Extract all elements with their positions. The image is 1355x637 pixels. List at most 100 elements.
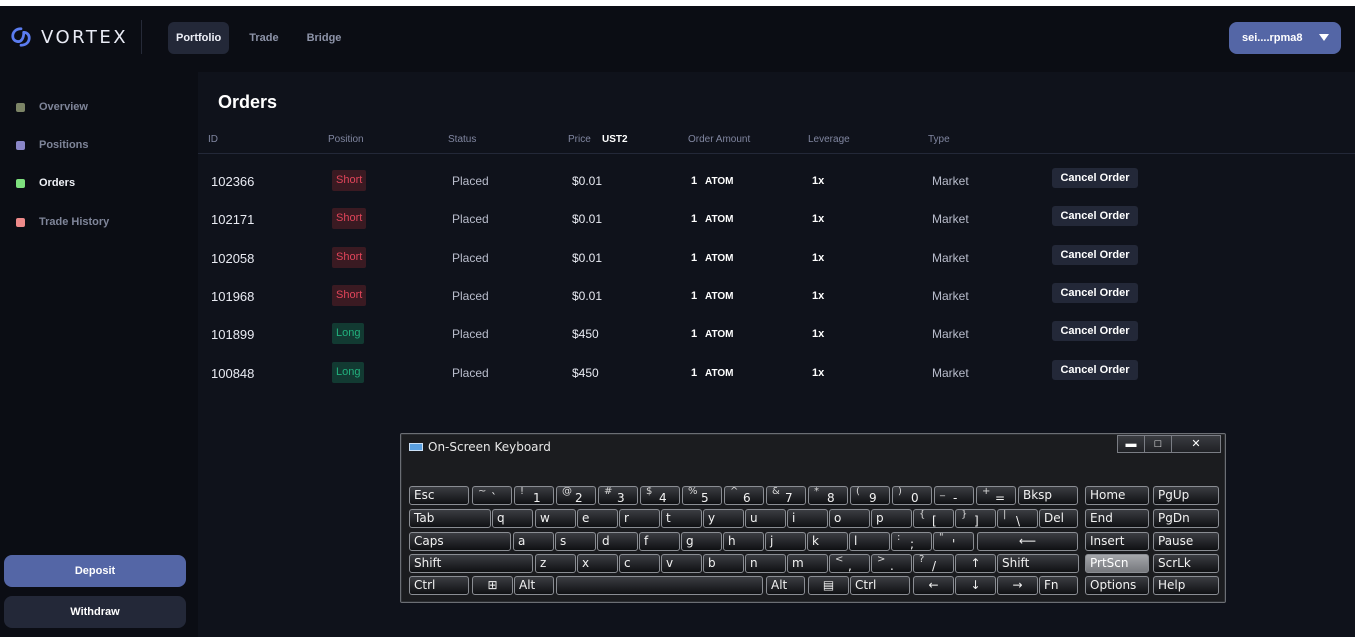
cancel-order-button[interactable]: Cancel Order bbox=[1052, 283, 1138, 303]
key-c[interactable]: c bbox=[619, 554, 660, 573]
sidebar-item-overview[interactable]: Overview bbox=[16, 101, 88, 113]
key-x[interactable]: x bbox=[577, 554, 618, 573]
key-down[interactable]: ↓ bbox=[955, 576, 996, 595]
key-h[interactable]: h bbox=[723, 532, 764, 551]
key-home[interactable]: Home bbox=[1085, 486, 1149, 505]
key-f[interactable]: f bbox=[639, 532, 680, 551]
cancel-order-button[interactable]: Cancel Order bbox=[1052, 360, 1138, 380]
key-menu[interactable]: ▤ bbox=[808, 576, 849, 595]
key-symbol[interactable]: <, bbox=[829, 554, 870, 573]
sidebar-item-positions[interactable]: Positions bbox=[16, 139, 89, 151]
key-scrlk[interactable]: ScrLk bbox=[1153, 554, 1219, 573]
key-symbol[interactable]: & 7 bbox=[766, 486, 806, 505]
key-symbol[interactable]: _ - bbox=[934, 486, 974, 505]
key-left[interactable]: ← bbox=[913, 576, 954, 595]
key-ctrl[interactable]: Ctrl bbox=[409, 576, 469, 595]
key-up[interactable]: ↑ bbox=[955, 554, 996, 573]
key-n[interactable]: n bbox=[745, 554, 786, 573]
key-symbol[interactable]: ) 0 bbox=[892, 486, 932, 505]
key-windows[interactable]: ⊞ bbox=[472, 576, 513, 595]
key-d[interactable]: d bbox=[597, 532, 638, 551]
key-symbol[interactable]: * 8 bbox=[808, 486, 848, 505]
key-a[interactable]: a bbox=[513, 532, 554, 551]
key-symbol[interactable]: % 5 bbox=[682, 486, 722, 505]
sidebar-item-orders[interactable]: Orders bbox=[16, 177, 75, 189]
key-space[interactable] bbox=[556, 576, 763, 595]
key-z[interactable]: z bbox=[535, 554, 576, 573]
key-u[interactable]: u bbox=[745, 509, 786, 528]
enter-icon: ⟵ bbox=[1018, 534, 1037, 548]
key-symbol[interactable]: $4 bbox=[640, 486, 680, 505]
close-button[interactable]: ✕ bbox=[1171, 435, 1221, 453]
key-symbol[interactable]: }] bbox=[955, 509, 996, 528]
key-m[interactable]: m bbox=[787, 554, 828, 573]
key-pgdn[interactable]: PgDn bbox=[1153, 509, 1219, 528]
key-symbol[interactable]: | \ bbox=[997, 509, 1038, 528]
key-y[interactable]: y bbox=[703, 509, 744, 528]
key-pause[interactable]: Pause bbox=[1153, 532, 1219, 551]
cancel-order-button[interactable]: Cancel Order bbox=[1052, 206, 1138, 226]
key-symbol[interactable]: #3 bbox=[598, 486, 638, 505]
key-shift[interactable]: Shift bbox=[409, 554, 533, 573]
key-shift[interactable]: Shift bbox=[997, 554, 1079, 573]
key-fn[interactable]: Fn bbox=[1039, 576, 1078, 595]
key-options[interactable]: Options bbox=[1085, 576, 1149, 595]
key-end[interactable]: End bbox=[1085, 509, 1149, 528]
key-symbol[interactable]: >. bbox=[871, 554, 912, 573]
key-r[interactable]: r bbox=[619, 509, 660, 528]
cancel-order-button[interactable]: Cancel Order bbox=[1052, 321, 1138, 341]
key-e[interactable]: e bbox=[577, 509, 618, 528]
key-alt[interactable]: Alt bbox=[766, 576, 805, 595]
key-symbol[interactable]: (9 bbox=[850, 486, 890, 505]
sidebar-item-trade-history[interactable]: Trade History bbox=[16, 216, 109, 228]
key-s[interactable]: s bbox=[555, 532, 596, 551]
key-q[interactable]: q bbox=[492, 509, 533, 528]
key-o[interactable]: o bbox=[829, 509, 870, 528]
key-j[interactable]: j bbox=[765, 532, 806, 551]
key-label: Ctrl bbox=[414, 578, 436, 592]
key-symbol[interactable]: :; bbox=[891, 532, 932, 551]
key-esc[interactable]: Esc bbox=[409, 486, 469, 505]
key-ctrl[interactable]: Ctrl bbox=[850, 576, 910, 595]
nav-portfolio[interactable]: Portfolio bbox=[168, 22, 230, 54]
minimize-button[interactable]: ▬ bbox=[1117, 435, 1145, 453]
key-symbol[interactable]: {[ bbox=[913, 509, 954, 528]
key-tab[interactable]: Tab bbox=[409, 509, 491, 528]
nav-trade[interactable]: Trade bbox=[241, 22, 286, 54]
withdraw-button[interactable]: Withdraw bbox=[4, 596, 186, 628]
key-g[interactable]: g bbox=[681, 532, 722, 551]
key-help[interactable]: Help bbox=[1153, 576, 1219, 595]
key-del[interactable]: Del bbox=[1039, 509, 1078, 528]
key-bksp[interactable]: Bksp bbox=[1018, 486, 1078, 505]
key-symbol[interactable]: ^ 6 bbox=[724, 486, 764, 505]
key-label: PrtScn bbox=[1090, 556, 1129, 570]
key-l[interactable]: l bbox=[849, 532, 890, 551]
key-symbol[interactable]: " ' bbox=[933, 532, 974, 551]
key-symbol[interactable]: + = bbox=[976, 486, 1016, 505]
key-alt[interactable]: Alt bbox=[514, 576, 554, 595]
key-v[interactable]: v bbox=[661, 554, 702, 573]
cancel-order-button[interactable]: Cancel Order bbox=[1052, 245, 1138, 265]
key-enter[interactable]: ⟵ bbox=[977, 532, 1078, 551]
deposit-button[interactable]: Deposit bbox=[4, 555, 186, 587]
key-pgup[interactable]: PgUp bbox=[1153, 486, 1219, 505]
key-symbol[interactable]: ? / bbox=[913, 554, 954, 573]
restore-button[interactable]: □ bbox=[1144, 435, 1172, 453]
key-p[interactable]: p bbox=[871, 509, 912, 528]
nav-bridge[interactable]: Bridge bbox=[299, 22, 350, 54]
key-symbol[interactable]: ! 1 bbox=[514, 486, 554, 505]
wallet-dropdown[interactable]: sei....rpma8 bbox=[1229, 22, 1341, 54]
key-symbol[interactable]: ~ ` bbox=[472, 486, 512, 505]
key-i[interactable]: i bbox=[787, 509, 828, 528]
key-symbol[interactable]: @2 bbox=[556, 486, 596, 505]
key-b[interactable]: b bbox=[703, 554, 744, 573]
cancel-order-button[interactable]: Cancel Order bbox=[1052, 168, 1138, 188]
key-k[interactable]: k bbox=[807, 532, 848, 551]
key-insert[interactable]: Insert bbox=[1085, 532, 1149, 551]
key-prtscn[interactable]: PrtScn bbox=[1085, 554, 1149, 573]
key-right[interactable]: → bbox=[997, 576, 1038, 595]
brand-logo[interactable]: VORTEX bbox=[10, 26, 128, 48]
key-t[interactable]: t bbox=[661, 509, 702, 528]
key-caps[interactable]: Caps bbox=[409, 532, 511, 551]
key-w[interactable]: w bbox=[535, 509, 576, 528]
